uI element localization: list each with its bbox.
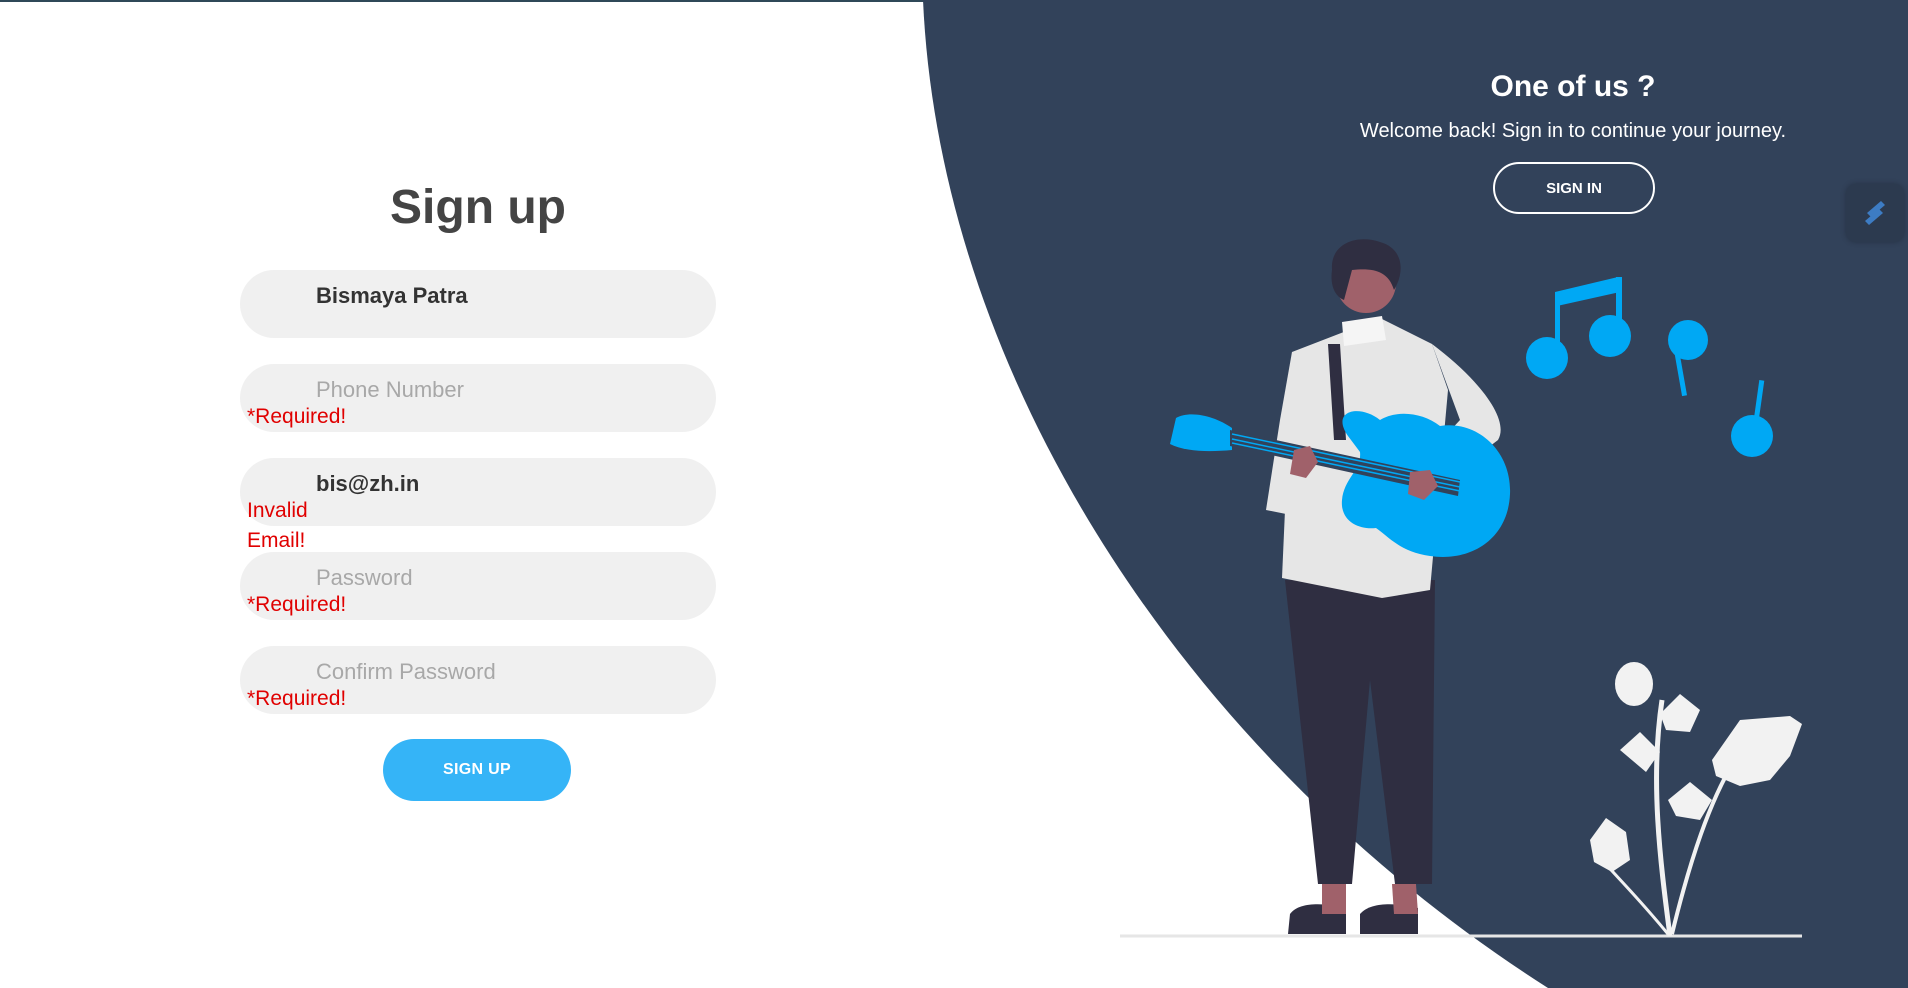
guitarist-illustration (1120, 239, 1802, 938)
music-note-icon (1526, 277, 1773, 457)
person-illustration (1266, 239, 1501, 934)
plant-illustration (1590, 662, 1802, 937)
